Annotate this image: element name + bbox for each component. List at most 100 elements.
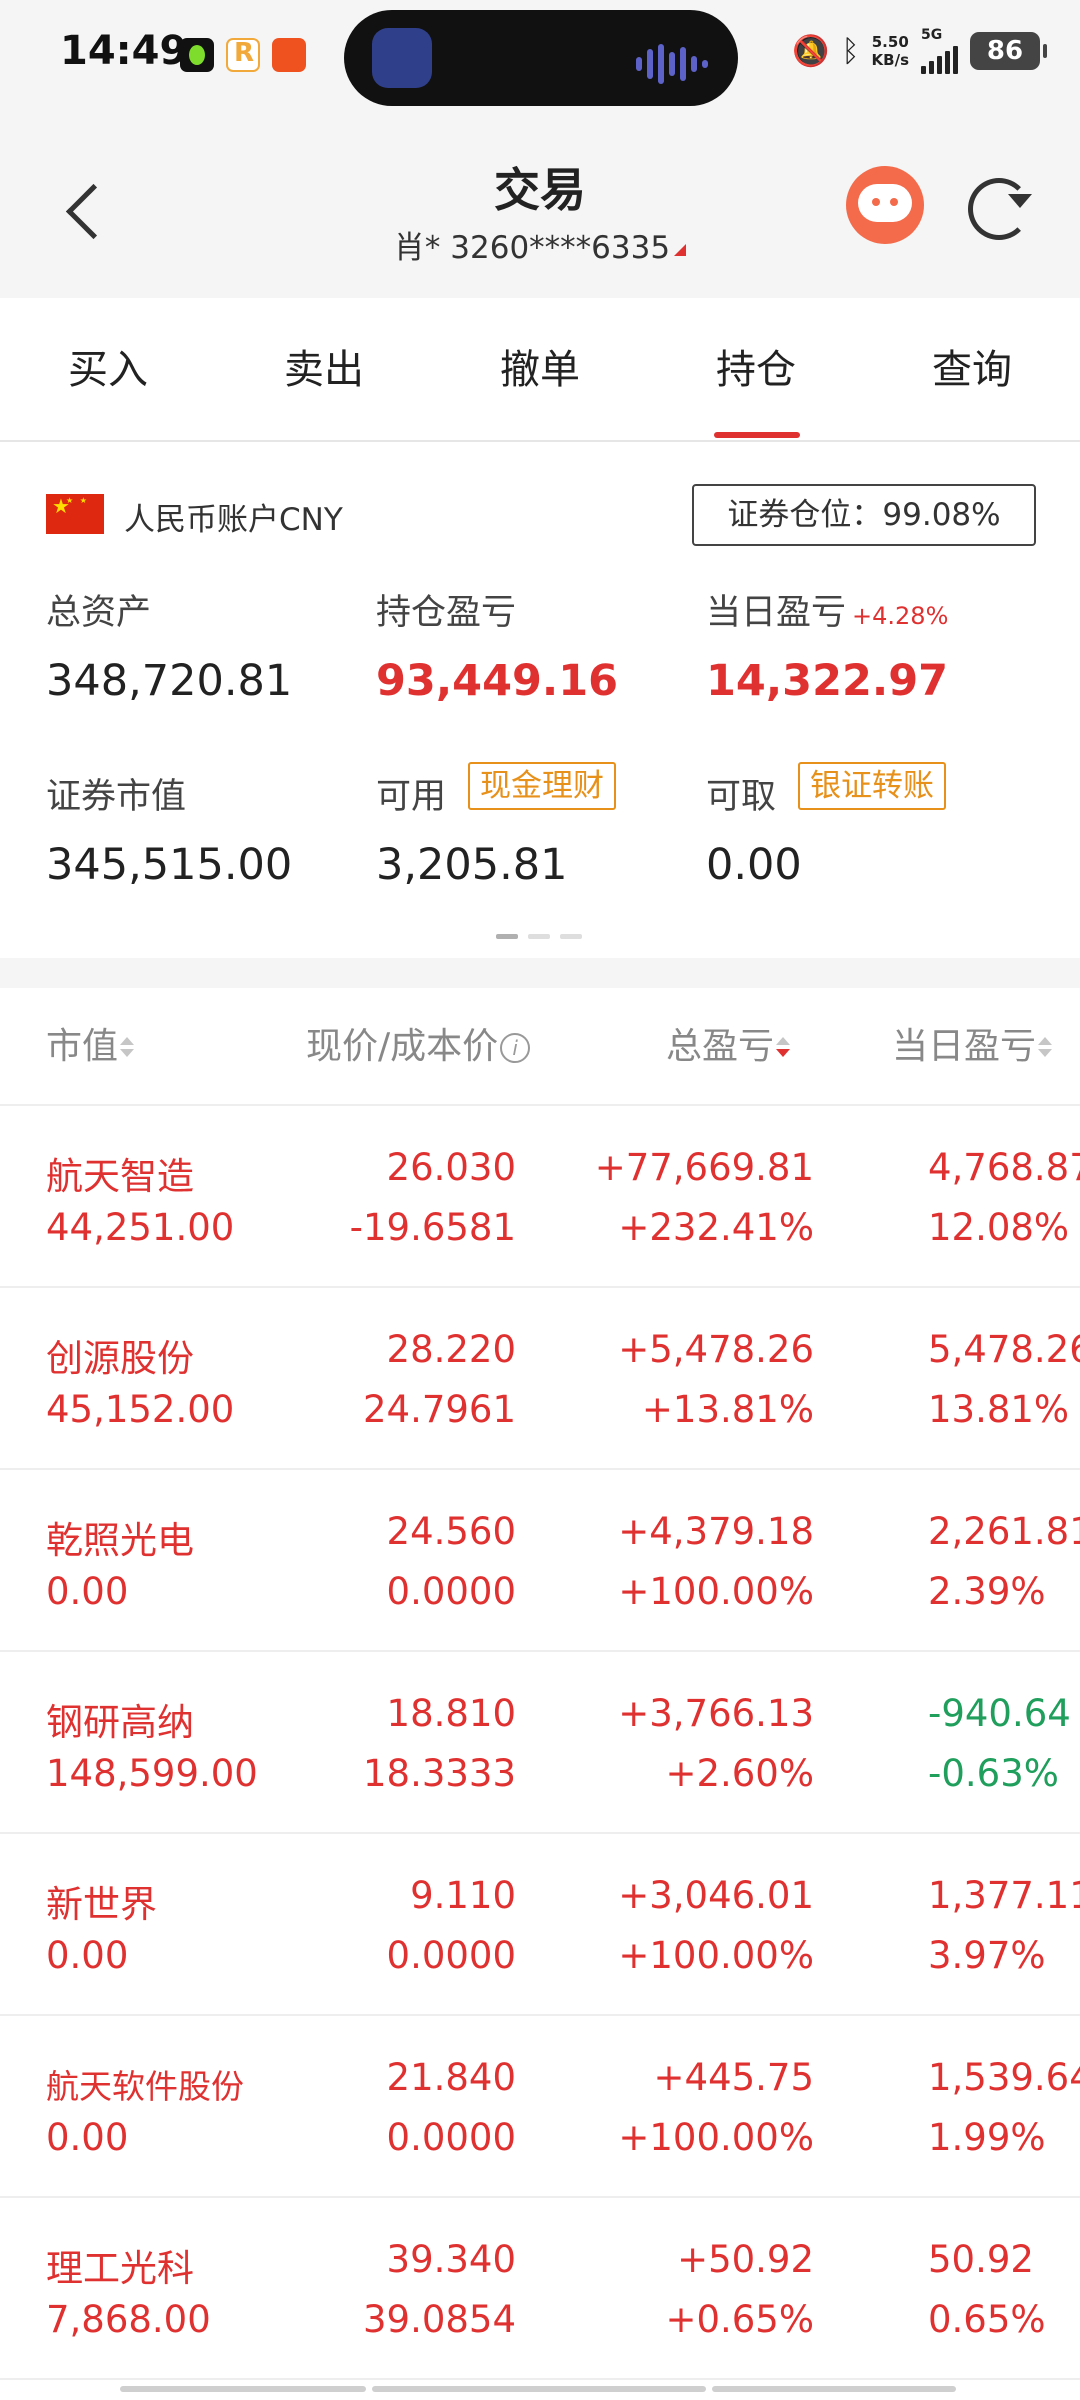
holding-row[interactable]: 航天智造 44,251.00 26.030 -19.6581 +77,669.8… (0, 1106, 1080, 1288)
page-dot (560, 934, 582, 939)
stock-price: 26.030 (386, 1146, 516, 1189)
stock-total-pl-percent: +232.41% (618, 1206, 814, 1249)
account-selector[interactable]: 肖* 3260****6335 (0, 222, 1080, 267)
holding-row[interactable]: 新世界 0.00 9.110 0.0000 +3,046.01 +100.00%… (0, 1834, 1080, 2016)
stock-total-pl-percent: +2.60% (665, 1752, 814, 1795)
stock-cost: 39.0854 (362, 2298, 516, 2341)
position-ratio-badge: 证券仓位：99.08% (692, 484, 1036, 546)
dropdown-triangle-icon (674, 244, 687, 256)
stock-total-pl-percent: +13.81% (641, 1388, 814, 1431)
total-assets-value: 348,720.81 (46, 656, 293, 706)
stock-name: 乾照光电 (46, 1519, 194, 1562)
stock-market-value: 148,599.00 (46, 1752, 258, 1795)
stock-cost: -19.6581 (349, 1206, 516, 1249)
account-summary: 人民币账户CNY 证券仓位：99.08% 总资产 348,720.81 持仓盈亏… (0, 444, 1080, 958)
stock-total-pl: +77,669.81 (594, 1146, 814, 1189)
stock-total-pl-percent: +100.00% (618, 1570, 814, 1613)
status-time: 14:49 (60, 28, 188, 74)
stock-day-pl-percent: -0.63% (928, 1752, 1059, 1795)
position-pl-value: 93,449.16 (376, 656, 619, 706)
cash-management-button[interactable]: 现金理财 (468, 762, 616, 810)
section-divider (0, 958, 1080, 988)
account-type: 人民币账户CNY (124, 502, 343, 538)
header-price-cost: 现价/成本价 i (306, 988, 531, 1106)
stock-day-pl-percent: 3.97% (928, 1934, 1046, 1977)
sort-daily-pl[interactable]: 当日盈亏 (892, 988, 1053, 1106)
stock-day-pl: 5,478.26 (928, 1328, 1080, 1371)
stock-market-value: 0.00 (46, 1570, 129, 1613)
stock-name: 航天智造 (46, 1155, 194, 1198)
sort-market-value[interactable]: 市值 (46, 988, 135, 1106)
assistant-avatar-icon[interactable] (846, 166, 924, 244)
tab-sell[interactable]: 卖出 (216, 298, 432, 442)
stock-name: 创源股份 (46, 1337, 194, 1380)
stock-day-pl: 1,377.11 (928, 1874, 1080, 1917)
stock-price: 9.110 (410, 1874, 516, 1917)
stock-day-pl-percent: 0.65% (928, 2298, 1046, 2341)
tab-query[interactable]: 查询 (864, 298, 1080, 442)
stock-total-pl: +3,046.01 (618, 1874, 814, 1917)
china-flag-icon (46, 494, 104, 534)
stock-day-pl-percent: 13.81% (928, 1388, 1070, 1431)
stock-price: 39.340 (386, 2238, 516, 2281)
total-assets-label: 总资产 (46, 593, 152, 633)
holdings-list: 航天智造 44,251.00 26.030 -19.6581 +77,669.8… (0, 1106, 1080, 2380)
account-number: 肖* 3260****6335 (393, 230, 671, 266)
stock-name: 理工光科 (46, 2247, 194, 2290)
info-icon[interactable]: i (500, 1033, 531, 1063)
stock-total-pl-percent: +100.00% (618, 1934, 814, 1977)
holding-row[interactable]: 乾照光电 0.00 24.560 0.0000 +4,379.18 +100.0… (0, 1470, 1080, 1652)
stock-market-value: 7,868.00 (46, 2298, 211, 2341)
stock-day-pl: 2,261.81 (928, 1510, 1080, 1553)
tab-positions[interactable]: 持仓 (648, 298, 864, 442)
battery-icon: 86 (970, 32, 1047, 70)
stock-market-value: 0.00 (46, 1934, 129, 1977)
notification-app-icon (226, 38, 260, 72)
refresh-icon[interactable] (962, 172, 1032, 242)
tab-cancel-order[interactable]: 撤单 (432, 298, 648, 442)
bank-transfer-button[interactable]: 银证转账 (798, 762, 946, 810)
stock-price: 21.840 (386, 2056, 516, 2099)
horizontal-scrollbar[interactable] (120, 2386, 956, 2392)
status-icons: 🔕 ᛒ 5.50 KB/s 5G 86 (792, 28, 1047, 74)
stock-cost: 24.7961 (362, 1388, 516, 1431)
stock-market-value: 44,251.00 (46, 1206, 235, 1249)
stock-total-pl: +50.92 (677, 2238, 814, 2281)
daily-pl-value: 14,322.97 (706, 656, 949, 706)
stock-day-pl: -940.64 (928, 1692, 1071, 1735)
sort-total-pl[interactable]: 总盈亏 (666, 988, 791, 1106)
stock-day-pl-percent: 1.99% (928, 2116, 1046, 2159)
holding-row[interactable]: 理工光科 7,868.00 39.340 39.0854 +50.92 +0.6… (0, 2198, 1080, 2380)
market-value-value: 345,515.00 (46, 840, 293, 890)
stock-total-pl-percent: +100.00% (618, 2116, 814, 2159)
stock-market-value: 0.00 (46, 2116, 129, 2159)
holding-row[interactable]: 钢研高纳 148,599.00 18.810 18.3333 +3,766.13… (0, 1652, 1080, 1834)
stock-day-pl-percent: 2.39% (928, 1570, 1046, 1613)
status-bar: 14:49 🔕 ᛒ 5.50 KB/s 5G 86 (0, 0, 1080, 112)
holding-row[interactable]: 创源股份 45,152.00 28.220 24.7961 +5,478.26 … (0, 1288, 1080, 1470)
header: 交易 肖* 3260****6335 (0, 112, 1080, 298)
stock-name: 钢研高纳 (46, 1701, 194, 1744)
holding-row[interactable]: 航天软件股份 0.00 21.840 0.0000 +445.75 +100.0… (0, 2016, 1080, 2198)
page-dot (496, 934, 518, 939)
sort-icon (1038, 1037, 1053, 1059)
dynamic-island[interactable] (344, 10, 738, 106)
signal-icon: 5G (921, 28, 958, 74)
stock-price: 24.560 (386, 1510, 516, 1553)
active-tab-indicator (714, 432, 800, 438)
notification-bank-icon (272, 38, 306, 72)
sort-icon (120, 1037, 135, 1059)
stock-cost: 0.0000 (386, 1570, 516, 1613)
stock-day-pl: 1,539.64 (928, 2056, 1080, 2099)
available-value: 3,205.81 (376, 840, 568, 890)
stock-total-pl-percent: +0.65% (665, 2298, 814, 2341)
sort-desc-icon (776, 1037, 791, 1059)
audio-wave-icon (636, 44, 708, 84)
stock-name: 航天软件股份 (46, 2067, 244, 2106)
tab-buy[interactable]: 买入 (0, 298, 216, 442)
network-speed: 5.50 KB/s (871, 33, 909, 69)
stock-total-pl: +4,379.18 (618, 1510, 814, 1553)
daily-pl-percent: +4.28% (852, 602, 949, 630)
holdings-table-header: 市值 现价/成本价 i 总盈亏 当日盈亏 (0, 988, 1080, 1106)
trade-tabs: 买入 卖出 撤单 持仓 查询 (0, 298, 1080, 442)
